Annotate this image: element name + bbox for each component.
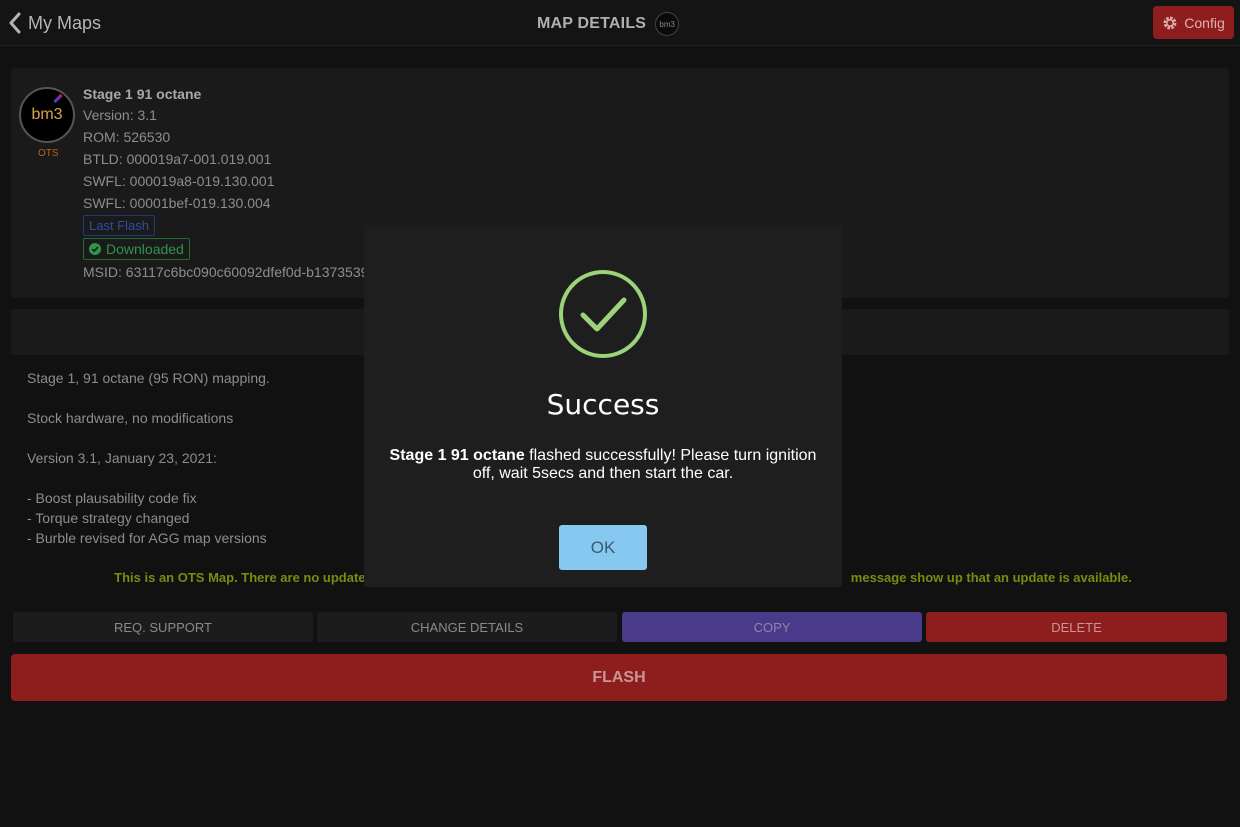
map-btld: BTLD: 000019a7-001.019.001 [83, 151, 272, 167]
map-description: Stage 1, 91 octane (95 RON) mapping. Sto… [27, 368, 270, 548]
last-flash-badge: Last Flash [83, 215, 155, 236]
map-version: Version: 3.1 [83, 107, 157, 123]
downloaded-label: Downloaded [106, 241, 184, 257]
map-info: Stage 1 91 octane Version: 3.1 ROM: 5265… [83, 86, 368, 283]
map-msid: MSID: 63117c6bc090c60092dfef0d-b1373539 [83, 264, 369, 280]
header-bar: My Maps MAP DETAILS bm3 Config [0, 0, 1240, 46]
delete-button[interactable]: DELETE [926, 612, 1227, 642]
map-rom: ROM: 526530 [83, 129, 171, 145]
ots-note-left: This is an OTS Map. There are no update [114, 570, 366, 585]
dialog-map-name: Stage 1 91 octane [389, 447, 525, 464]
config-label: Config [1184, 14, 1225, 31]
back-label: My Maps [28, 12, 102, 33]
check-circle-icon [89, 243, 101, 255]
chevron-left-icon [9, 12, 21, 34]
config-button[interactable]: Config [1153, 6, 1234, 39]
map-logo-text: bm3 [31, 106, 63, 123]
description-line: Version 3.1, January 23, 2021: [27, 450, 217, 466]
map-swfl-1: SWFL: 000019a8-019.130.001 [83, 173, 275, 189]
req-support-button[interactable]: REQ. SUPPORT [13, 612, 313, 642]
page-title: MAP DETAILS [537, 15, 647, 32]
logo-stripe [53, 93, 63, 104]
dialog-title: Success [546, 388, 660, 421]
dialog-message: Stage 1 91 octane flashed successfully! … [384, 447, 822, 483]
description-line: - Burble revised for AGG map versions [27, 530, 267, 546]
description-line: Stock hardware, no modifications [27, 410, 234, 426]
description-line: - Boost plausability code fix [27, 490, 197, 506]
gear-icon [1163, 16, 1177, 29]
page-title-wrap: MAP DETAILS bm3 [537, 11, 680, 37]
bm3-logo-icon: bm3 [655, 12, 680, 36]
map-logo: bm3 [19, 87, 75, 143]
success-dialog: Success Stage 1 91 octane flashed succes… [364, 225, 842, 587]
map-swfl-2: SWFL: 00001bef-019.130.004 [83, 195, 271, 211]
downloaded-badge: Downloaded [83, 238, 190, 260]
dialog-message-text: flashed successfully! Please turn igniti… [472, 447, 817, 482]
flash-button[interactable]: FLASH [11, 654, 1227, 701]
ok-button[interactable]: OK [559, 525, 647, 570]
back-button[interactable]: My Maps [8, 10, 101, 36]
map-name: Stage 1 91 octane [83, 86, 202, 102]
change-details-button[interactable]: CHANGE DETAILS [317, 612, 617, 642]
ots-note-right: message show up that an update is availa… [850, 570, 1132, 585]
description-line: Stage 1, 91 octane (95 RON) mapping. [27, 370, 270, 386]
copy-button[interactable]: COPY [622, 612, 922, 642]
ots-badge: OTS [38, 148, 59, 159]
success-check-icon [559, 270, 647, 358]
description-line: - Torque strategy changed [27, 510, 190, 526]
